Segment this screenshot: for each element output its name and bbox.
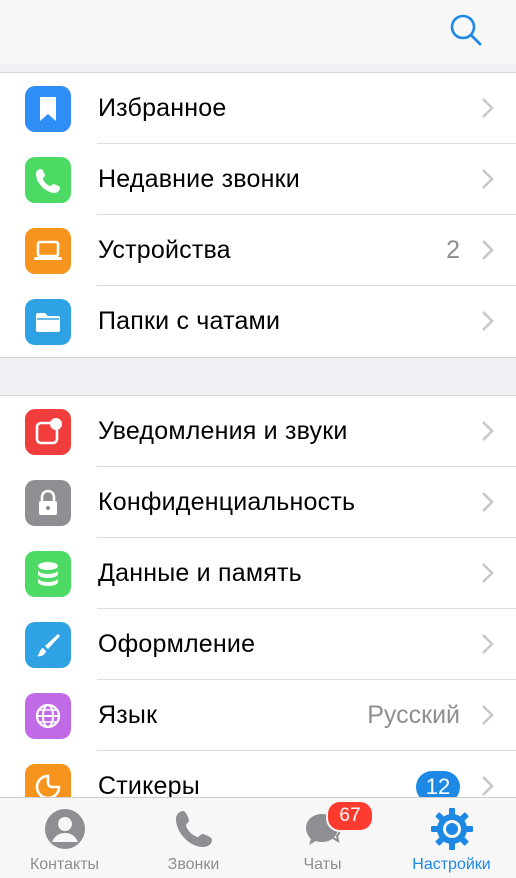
folder-icon <box>25 299 71 345</box>
row-label: Язык <box>98 701 158 729</box>
row-appearance[interactable]: Оформление <box>0 609 516 680</box>
lock-icon <box>25 480 71 526</box>
tab-label: Настройки <box>412 856 491 873</box>
settings-section-preferences: Уведомления и звуки Конфиденциальность Д… <box>0 395 516 823</box>
chevron-right-icon <box>482 98 494 118</box>
row-label: Избранное <box>98 94 227 122</box>
search-icon[interactable] <box>446 10 486 50</box>
person-icon <box>44 809 85 849</box>
gear-icon <box>430 808 473 850</box>
tab-chats[interactable]: 67 Чаты <box>258 798 387 878</box>
row-favorites[interactable]: Избранное <box>0 73 516 144</box>
bookmark-icon <box>25 86 71 132</box>
chevron-right-icon <box>482 311 494 331</box>
phone-icon <box>175 811 212 847</box>
tab-contacts[interactable]: Контакты <box>0 798 129 878</box>
row-label: Оформление <box>98 630 256 658</box>
row-recent-calls[interactable]: Недавние звонки <box>0 144 516 215</box>
chevron-right-icon <box>482 705 494 725</box>
tab-label: Контакты <box>29 856 100 873</box>
brush-icon <box>25 622 71 668</box>
unread-chats-badge: 67 <box>326 800 374 832</box>
row-label: Устройства <box>98 236 231 264</box>
row-devices[interactable]: Устройства 2 <box>0 215 516 286</box>
database-icon <box>25 551 71 597</box>
row-label: Недавние звонки <box>98 165 300 193</box>
tab-calls[interactable]: Звонки <box>129 798 258 878</box>
row-chat-folders[interactable]: Папки с чатами <box>0 286 516 357</box>
chevron-right-icon <box>482 492 494 512</box>
settings-section-general: Избранное Недавние звонки Устройства 2 П… <box>0 72 516 358</box>
laptop-icon <box>25 228 71 274</box>
row-data-storage[interactable]: Данные и память <box>0 538 516 609</box>
notification-icon <box>25 409 71 455</box>
tab-settings[interactable]: Настройки <box>387 798 516 878</box>
row-label: Папки с чатами <box>98 307 281 335</box>
row-label: Конфиденциальность <box>98 488 356 516</box>
row-label: Уведомления и звуки <box>98 417 348 445</box>
chevron-right-icon <box>482 421 494 441</box>
row-language[interactable]: Язык Русский <box>0 680 516 751</box>
language-value: Русский <box>367 701 460 729</box>
chevron-right-icon <box>482 634 494 654</box>
row-notifications[interactable]: Уведомления и звуки <box>0 396 516 467</box>
top-bar <box>0 0 516 64</box>
phone-icon <box>25 157 71 203</box>
tab-label: Чаты <box>303 856 342 873</box>
chevron-right-icon <box>482 169 494 189</box>
chevron-right-icon <box>482 240 494 260</box>
tab-bar: Контакты Звонки 67 Чаты Настройки <box>0 797 516 878</box>
row-privacy[interactable]: Конфиденциальность <box>0 467 516 538</box>
tab-label: Звонки <box>167 856 220 873</box>
devices-count: 2 <box>446 236 460 264</box>
row-label: Данные и память <box>98 559 302 587</box>
chevron-right-icon <box>482 776 494 796</box>
globe-icon <box>25 693 71 739</box>
chevron-right-icon <box>482 563 494 583</box>
